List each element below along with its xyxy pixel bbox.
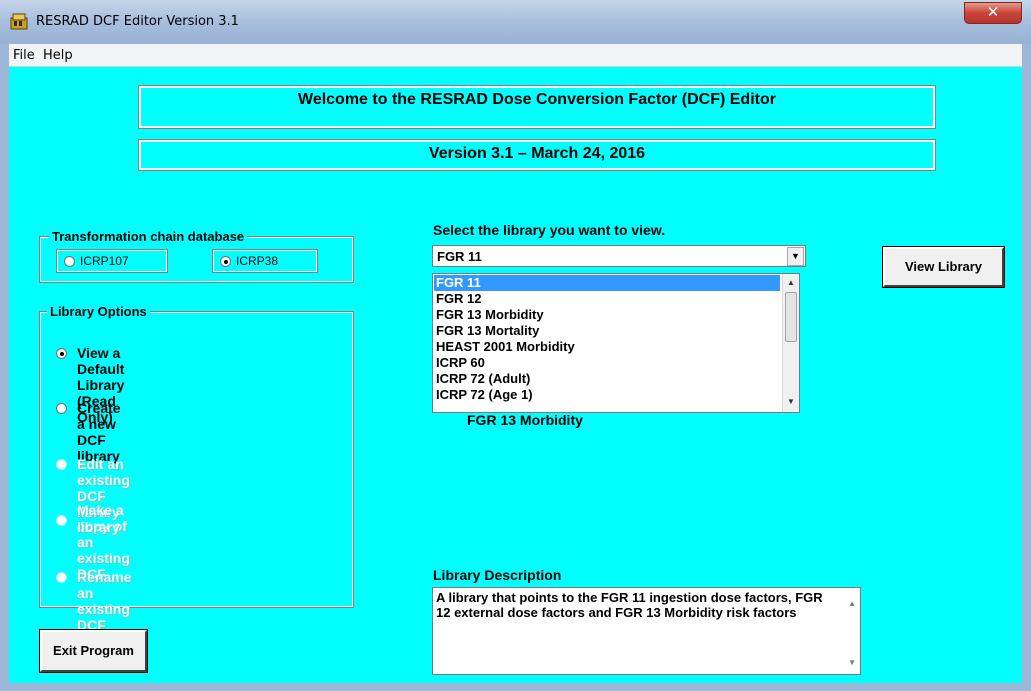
main-panel: Welcome to the RESRAD Dose Conversion Fa… xyxy=(9,67,1022,683)
scroll-up-icon[interactable]: ▲ xyxy=(848,596,856,611)
welcome-banner: Welcome to the RESRAD Dose Conversion Fa… xyxy=(138,85,936,129)
scroll-thumb[interactable] xyxy=(785,292,797,342)
app-icon xyxy=(10,13,28,30)
list-item[interactable]: ICRP 72 (Adult) xyxy=(434,371,780,387)
option-view-default-radio[interactable] xyxy=(56,348,67,359)
version-banner: Version 3.1 – March 24, 2016 xyxy=(138,139,936,171)
radio-icrp38-label: ICRP38 xyxy=(236,254,279,268)
option-create-new-label: Create a new DCF library xyxy=(77,400,121,464)
menu-file[interactable]: File xyxy=(13,48,35,63)
app-window: RESRAD DCF Editor Version 3.1 ✕ File Hel… xyxy=(0,0,1031,691)
radio-icrp107[interactable]: ICRP107 xyxy=(56,249,168,273)
description-textarea[interactable]: A library that points to the FGR 11 inge… xyxy=(432,587,861,675)
option-make-copy-label-2: library xyxy=(77,519,120,535)
library-select-prompt: Select the library you want to view. xyxy=(433,222,666,238)
exit-program-button[interactable]: Exit Program xyxy=(39,629,148,673)
option-edit-existing-radio xyxy=(56,459,67,470)
option-rename-radio xyxy=(56,572,67,583)
list-item[interactable]: FGR 13 Morbidity xyxy=(434,307,780,323)
transformation-groupbox: Transformation chain database ICRP107 IC… xyxy=(39,229,354,283)
scroll-up-icon[interactable]: ▲ xyxy=(783,275,799,291)
radio-icrp38[interactable]: ICRP38 xyxy=(212,249,318,273)
list-item[interactable]: FGR 13 Mortality xyxy=(434,323,780,339)
library-options-title: Library Options xyxy=(47,304,150,319)
close-icon: ✕ xyxy=(986,3,1000,21)
transformation-title: Transformation chain database xyxy=(49,229,248,244)
menu-help[interactable]: Help xyxy=(43,48,73,63)
behind-library-text: FGR 13 Morbidity xyxy=(467,412,583,428)
option-create-new-radio[interactable] xyxy=(56,403,67,414)
list-item[interactable]: FGR 11 xyxy=(434,275,780,291)
scroll-down-icon[interactable]: ▼ xyxy=(848,655,856,670)
radio-icrp107-label: ICRP107 xyxy=(80,254,129,268)
list-item[interactable]: ICRP 60 xyxy=(434,355,780,371)
welcome-text: Welcome to the RESRAD Dose Conversion Fa… xyxy=(298,91,776,108)
description-label: Library Description xyxy=(433,567,562,583)
radio-icrp38-dot[interactable] xyxy=(220,256,231,267)
version-text: Version 3.1 – March 24, 2016 xyxy=(428,145,646,162)
library-options-groupbox: Library Options View a Default Library (… xyxy=(39,304,354,649)
window-title: RESRAD DCF Editor Version 3.1 xyxy=(36,14,239,29)
listbox-scrollbar[interactable]: ▲ ▼ xyxy=(782,274,799,412)
list-item[interactable]: ICRP 72 (Age 1) xyxy=(434,387,780,403)
option-make-copy-radio xyxy=(56,515,67,526)
description-text: A library that points to the FGR 11 inge… xyxy=(436,590,823,620)
scroll-down-icon[interactable]: ▼ xyxy=(783,394,799,410)
view-library-button[interactable]: View Library xyxy=(882,246,1005,288)
title-bar[interactable]: RESRAD DCF Editor Version 3.1 ✕ xyxy=(0,0,1031,44)
list-item[interactable]: HEAST 2001 Morbidity xyxy=(434,339,780,355)
list-item[interactable]: FGR 12 xyxy=(434,291,780,307)
radio-icrp107-dot[interactable] xyxy=(64,256,75,267)
library-listbox[interactable]: FGR 11 FGR 12 FGR 13 Morbidity FGR 13 Mo… xyxy=(432,273,800,413)
close-button[interactable]: ✕ xyxy=(964,2,1022,24)
chevron-down-icon[interactable]: ▼ xyxy=(787,247,804,266)
library-dropdown[interactable]: FGR 11 ▼ xyxy=(432,245,806,267)
library-dropdown-value: FGR 11 xyxy=(437,249,482,264)
menu-bar: File Help xyxy=(9,44,1022,67)
